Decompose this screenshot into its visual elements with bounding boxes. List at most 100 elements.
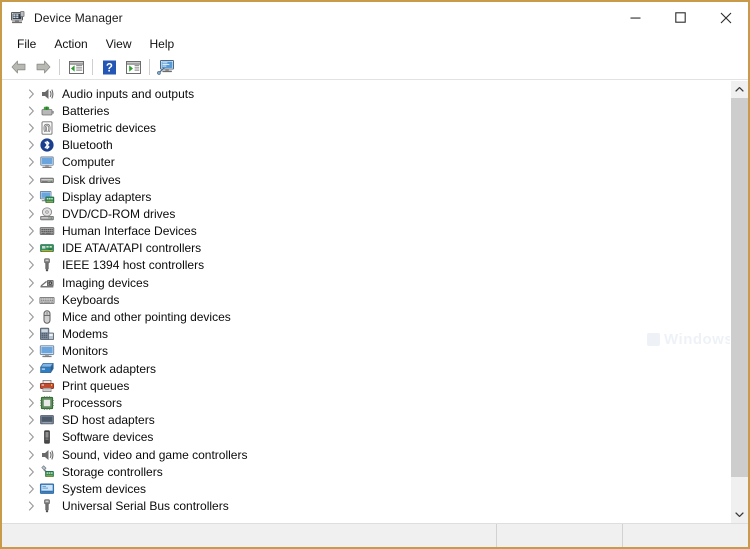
chevron-up-icon	[735, 86, 744, 93]
tree-item-ieee-1394-host-controllers[interactable]: IEEE 1394 host controllers	[2, 257, 730, 274]
tree-item-modems[interactable]: Modems	[2, 326, 730, 343]
network-adapter-icon	[39, 361, 55, 377]
chevron-right-icon[interactable]	[24, 119, 38, 136]
help-button[interactable]: ?	[97, 56, 121, 78]
tree-item-label: Keyboards	[62, 292, 119, 308]
chevron-right-icon[interactable]	[24, 394, 38, 411]
forward-arrow-icon	[34, 59, 52, 75]
tree-item-audio-inputs-and-outputs[interactable]: Audio inputs and outputs	[2, 85, 730, 102]
scroll-down-button[interactable]	[731, 506, 748, 523]
close-icon	[720, 12, 732, 24]
chevron-right-icon[interactable]	[24, 137, 38, 154]
tree-item-print-queues[interactable]: Print queues	[2, 377, 730, 394]
scrollbar-track[interactable]	[731, 98, 748, 506]
tree-item-software-devices[interactable]: Software devices	[2, 429, 730, 446]
tree-item-label: Bluetooth	[62, 137, 113, 153]
status-bar	[2, 523, 748, 547]
menu-item-action[interactable]: Action	[45, 35, 96, 54]
fingerprint-icon	[39, 120, 55, 136]
tree-item-disk-drives[interactable]: Disk drives	[2, 171, 730, 188]
chevron-right-icon[interactable]	[24, 446, 38, 463]
tree-item-imaging-devices[interactable]: Imaging devices	[2, 274, 730, 291]
menu-item-file[interactable]: File	[8, 35, 45, 54]
back-button[interactable]	[7, 56, 31, 78]
battery-icon	[39, 103, 55, 119]
tree-item-human-interface-devices[interactable]: Human Interface Devices	[2, 223, 730, 240]
chevron-right-icon[interactable]	[24, 188, 38, 205]
scan-hardware-changes-button[interactable]	[121, 56, 145, 78]
tree-item-label: Imaging devices	[62, 275, 149, 291]
tree-item-processors[interactable]: Processors	[2, 394, 730, 411]
chevron-right-icon[interactable]	[24, 240, 38, 257]
minimize-button[interactable]	[613, 2, 658, 33]
minimize-icon	[630, 12, 641, 23]
tree-item-storage-controllers[interactable]: Storage controllers	[2, 463, 730, 480]
chevron-right-icon[interactable]	[24, 360, 38, 377]
printer-icon	[39, 378, 55, 394]
storage-controller-icon	[39, 464, 55, 480]
close-button[interactable]	[703, 2, 748, 33]
toolbar-separator-2	[92, 59, 93, 75]
chevron-right-icon[interactable]	[24, 309, 38, 326]
tree-item-label: IEEE 1394 host controllers	[62, 257, 204, 273]
tree-item-label: Processors	[62, 395, 122, 411]
device-tree[interactable]: Audio inputs and outputs Batteries	[2, 81, 730, 523]
tree-item-batteries[interactable]: Batteries	[2, 102, 730, 119]
tree-item-keyboards[interactable]: Keyboards	[2, 291, 730, 308]
chevron-right-icon[interactable]	[24, 85, 38, 102]
scroll-up-button[interactable]	[731, 81, 748, 98]
tree-item-sd-host-adapters[interactable]: SD host adapters	[2, 412, 730, 429]
chevron-down-icon	[735, 511, 744, 518]
chevron-right-icon[interactable]	[24, 498, 38, 515]
tree-item-dvd-cd-rom-drives[interactable]: DVD/CD-ROM drives	[2, 205, 730, 222]
tree-item-label: SD host adapters	[62, 412, 155, 428]
tree-item-network-adapters[interactable]: Network adapters	[2, 360, 730, 377]
tree-item-sound-video-and-game-controllers[interactable]: Sound, video and game controllers	[2, 446, 730, 463]
chevron-right-icon[interactable]	[24, 205, 38, 222]
chevron-right-icon[interactable]	[24, 412, 38, 429]
tree-item-display-adapters[interactable]: Display adapters	[2, 188, 730, 205]
forward-button[interactable]	[31, 56, 55, 78]
tree-item-system-devices[interactable]: System devices	[2, 480, 730, 497]
maximize-button[interactable]	[658, 2, 703, 33]
usb-icon	[39, 498, 55, 514]
tree-item-ide-ata-atapi-controllers[interactable]: IDE ATA/ATAPI controllers	[2, 240, 730, 257]
chevron-right-icon[interactable]	[24, 326, 38, 343]
chevron-right-icon[interactable]	[24, 377, 38, 394]
toolbar-separator-1	[59, 59, 60, 75]
chevron-right-icon[interactable]	[24, 480, 38, 497]
chevron-right-icon[interactable]	[24, 463, 38, 480]
update-driver-button[interactable]	[154, 56, 178, 78]
scrollbar-thumb[interactable]	[731, 98, 748, 477]
properties-button[interactable]	[64, 56, 88, 78]
tree-item-computer[interactable]: Computer	[2, 154, 730, 171]
chevron-right-icon[interactable]	[24, 343, 38, 360]
title-bar: Device Manager	[2, 2, 748, 33]
vertical-scrollbar[interactable]	[730, 81, 748, 523]
chevron-right-icon[interactable]	[24, 102, 38, 119]
sound-controller-icon	[39, 447, 55, 463]
menu-item-view[interactable]: View	[97, 35, 141, 54]
chevron-right-icon[interactable]	[24, 223, 38, 240]
dvd-drive-icon	[39, 206, 55, 222]
chevron-right-icon[interactable]	[24, 257, 38, 274]
chevron-right-icon[interactable]	[24, 291, 38, 308]
ide-controller-icon	[39, 240, 55, 256]
tree-item-label: Biometric devices	[62, 120, 156, 136]
svg-text:?: ?	[105, 62, 112, 74]
chevron-right-icon[interactable]	[24, 274, 38, 291]
computer-icon	[39, 154, 55, 170]
device-manager-icon	[10, 10, 26, 26]
chevron-right-icon[interactable]	[24, 171, 38, 188]
software-device-icon	[39, 429, 55, 445]
tree-item-label: DVD/CD-ROM drives	[62, 206, 175, 222]
tree-item-mice-and-other-pointing-devices[interactable]: Mice and other pointing devices	[2, 308, 730, 325]
chevron-right-icon[interactable]	[24, 154, 38, 171]
tree-item-universal-serial-bus-controllers[interactable]: Universal Serial Bus controllers	[2, 498, 730, 515]
chevron-right-icon[interactable]	[24, 429, 38, 446]
tree-item-biometric-devices[interactable]: Biometric devices	[2, 119, 730, 136]
tree-item-bluetooth[interactable]: Bluetooth	[2, 137, 730, 154]
tree-item-monitors[interactable]: Monitors	[2, 343, 730, 360]
tree-item-label: Display adapters	[62, 189, 151, 205]
menu-item-help[interactable]: Help	[141, 35, 184, 54]
